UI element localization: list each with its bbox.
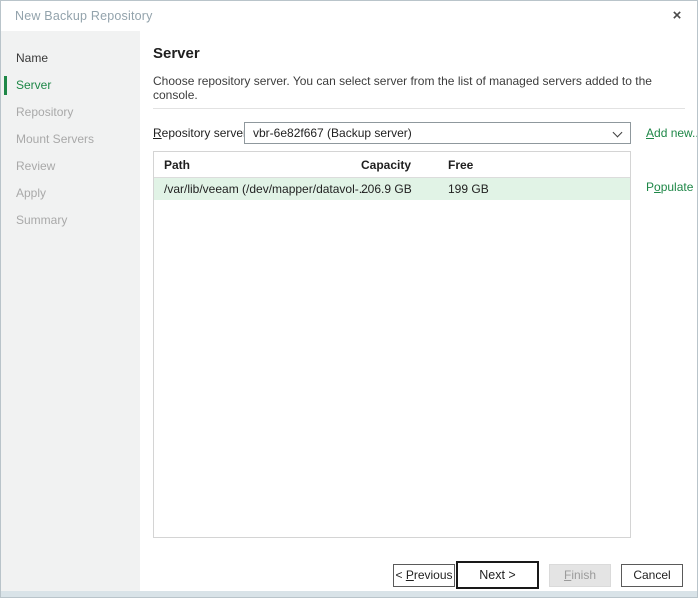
finish-button[interactable]: Finish xyxy=(549,564,611,587)
column-header-path: Path xyxy=(164,152,190,178)
new-backup-repository-dialog: New Backup Repository × Name Server Repo… xyxy=(0,0,698,598)
sidebar-item-review[interactable]: Review xyxy=(1,153,140,180)
repository-server-label: Repository server: xyxy=(153,122,250,144)
wizard-content: Server Choose repository server. You can… xyxy=(140,31,697,591)
header-divider xyxy=(153,108,685,109)
sidebar-item-name[interactable]: Name xyxy=(1,45,140,72)
populate-link[interactable]: Populate xyxy=(646,176,693,198)
active-step-indicator xyxy=(4,76,7,95)
sidebar-item-apply[interactable]: Apply xyxy=(1,180,140,207)
table-row[interactable]: /var/lib/veeam (/dev/mapper/datavol-... … xyxy=(154,178,630,200)
sidebar-item-repository[interactable]: Repository xyxy=(1,99,140,126)
previous-button[interactable]: < Previous xyxy=(393,564,455,587)
close-icon[interactable]: × xyxy=(666,6,688,26)
cell-capacity: 206.9 GB xyxy=(361,178,412,200)
sidebar-item-label: Server xyxy=(16,78,51,92)
sidebar-item-summary[interactable]: Summary xyxy=(1,207,140,234)
window-title: New Backup Repository xyxy=(15,1,153,31)
repository-server-dropdown[interactable]: vbr-6e82f667 (Backup server) xyxy=(244,122,631,144)
cancel-button[interactable]: Cancel xyxy=(621,564,683,587)
dropdown-selected-value: vbr-6e82f667 (Backup server) xyxy=(253,123,412,143)
add-new-link[interactable]: Add new... xyxy=(646,122,698,144)
column-header-free: Free xyxy=(448,152,473,178)
column-header-capacity: Capacity xyxy=(361,152,411,178)
wizard-sidebar: Name Server Repository Mount Servers Rev… xyxy=(1,31,140,591)
title-bar: New Backup Repository × xyxy=(1,1,697,31)
wizard-steps: Name Server Repository Mount Servers Rev… xyxy=(1,31,140,234)
next-button[interactable]: Next > xyxy=(456,561,539,589)
table-header: Path Capacity Free xyxy=(154,152,630,178)
page-description: Choose repository server. You can select… xyxy=(153,74,681,102)
repository-paths-table: Path Capacity Free /var/lib/veeam (/dev/… xyxy=(153,151,631,538)
cell-free: 199 GB xyxy=(448,178,489,200)
sidebar-item-mount-servers[interactable]: Mount Servers xyxy=(1,126,140,153)
bottom-accent-strip xyxy=(1,591,697,597)
sidebar-item-server[interactable]: Server xyxy=(1,72,140,99)
cell-path: /var/lib/veeam (/dev/mapper/datavol-... xyxy=(164,178,369,200)
chevron-down-icon xyxy=(613,128,623,138)
page-title: Server xyxy=(153,45,200,62)
